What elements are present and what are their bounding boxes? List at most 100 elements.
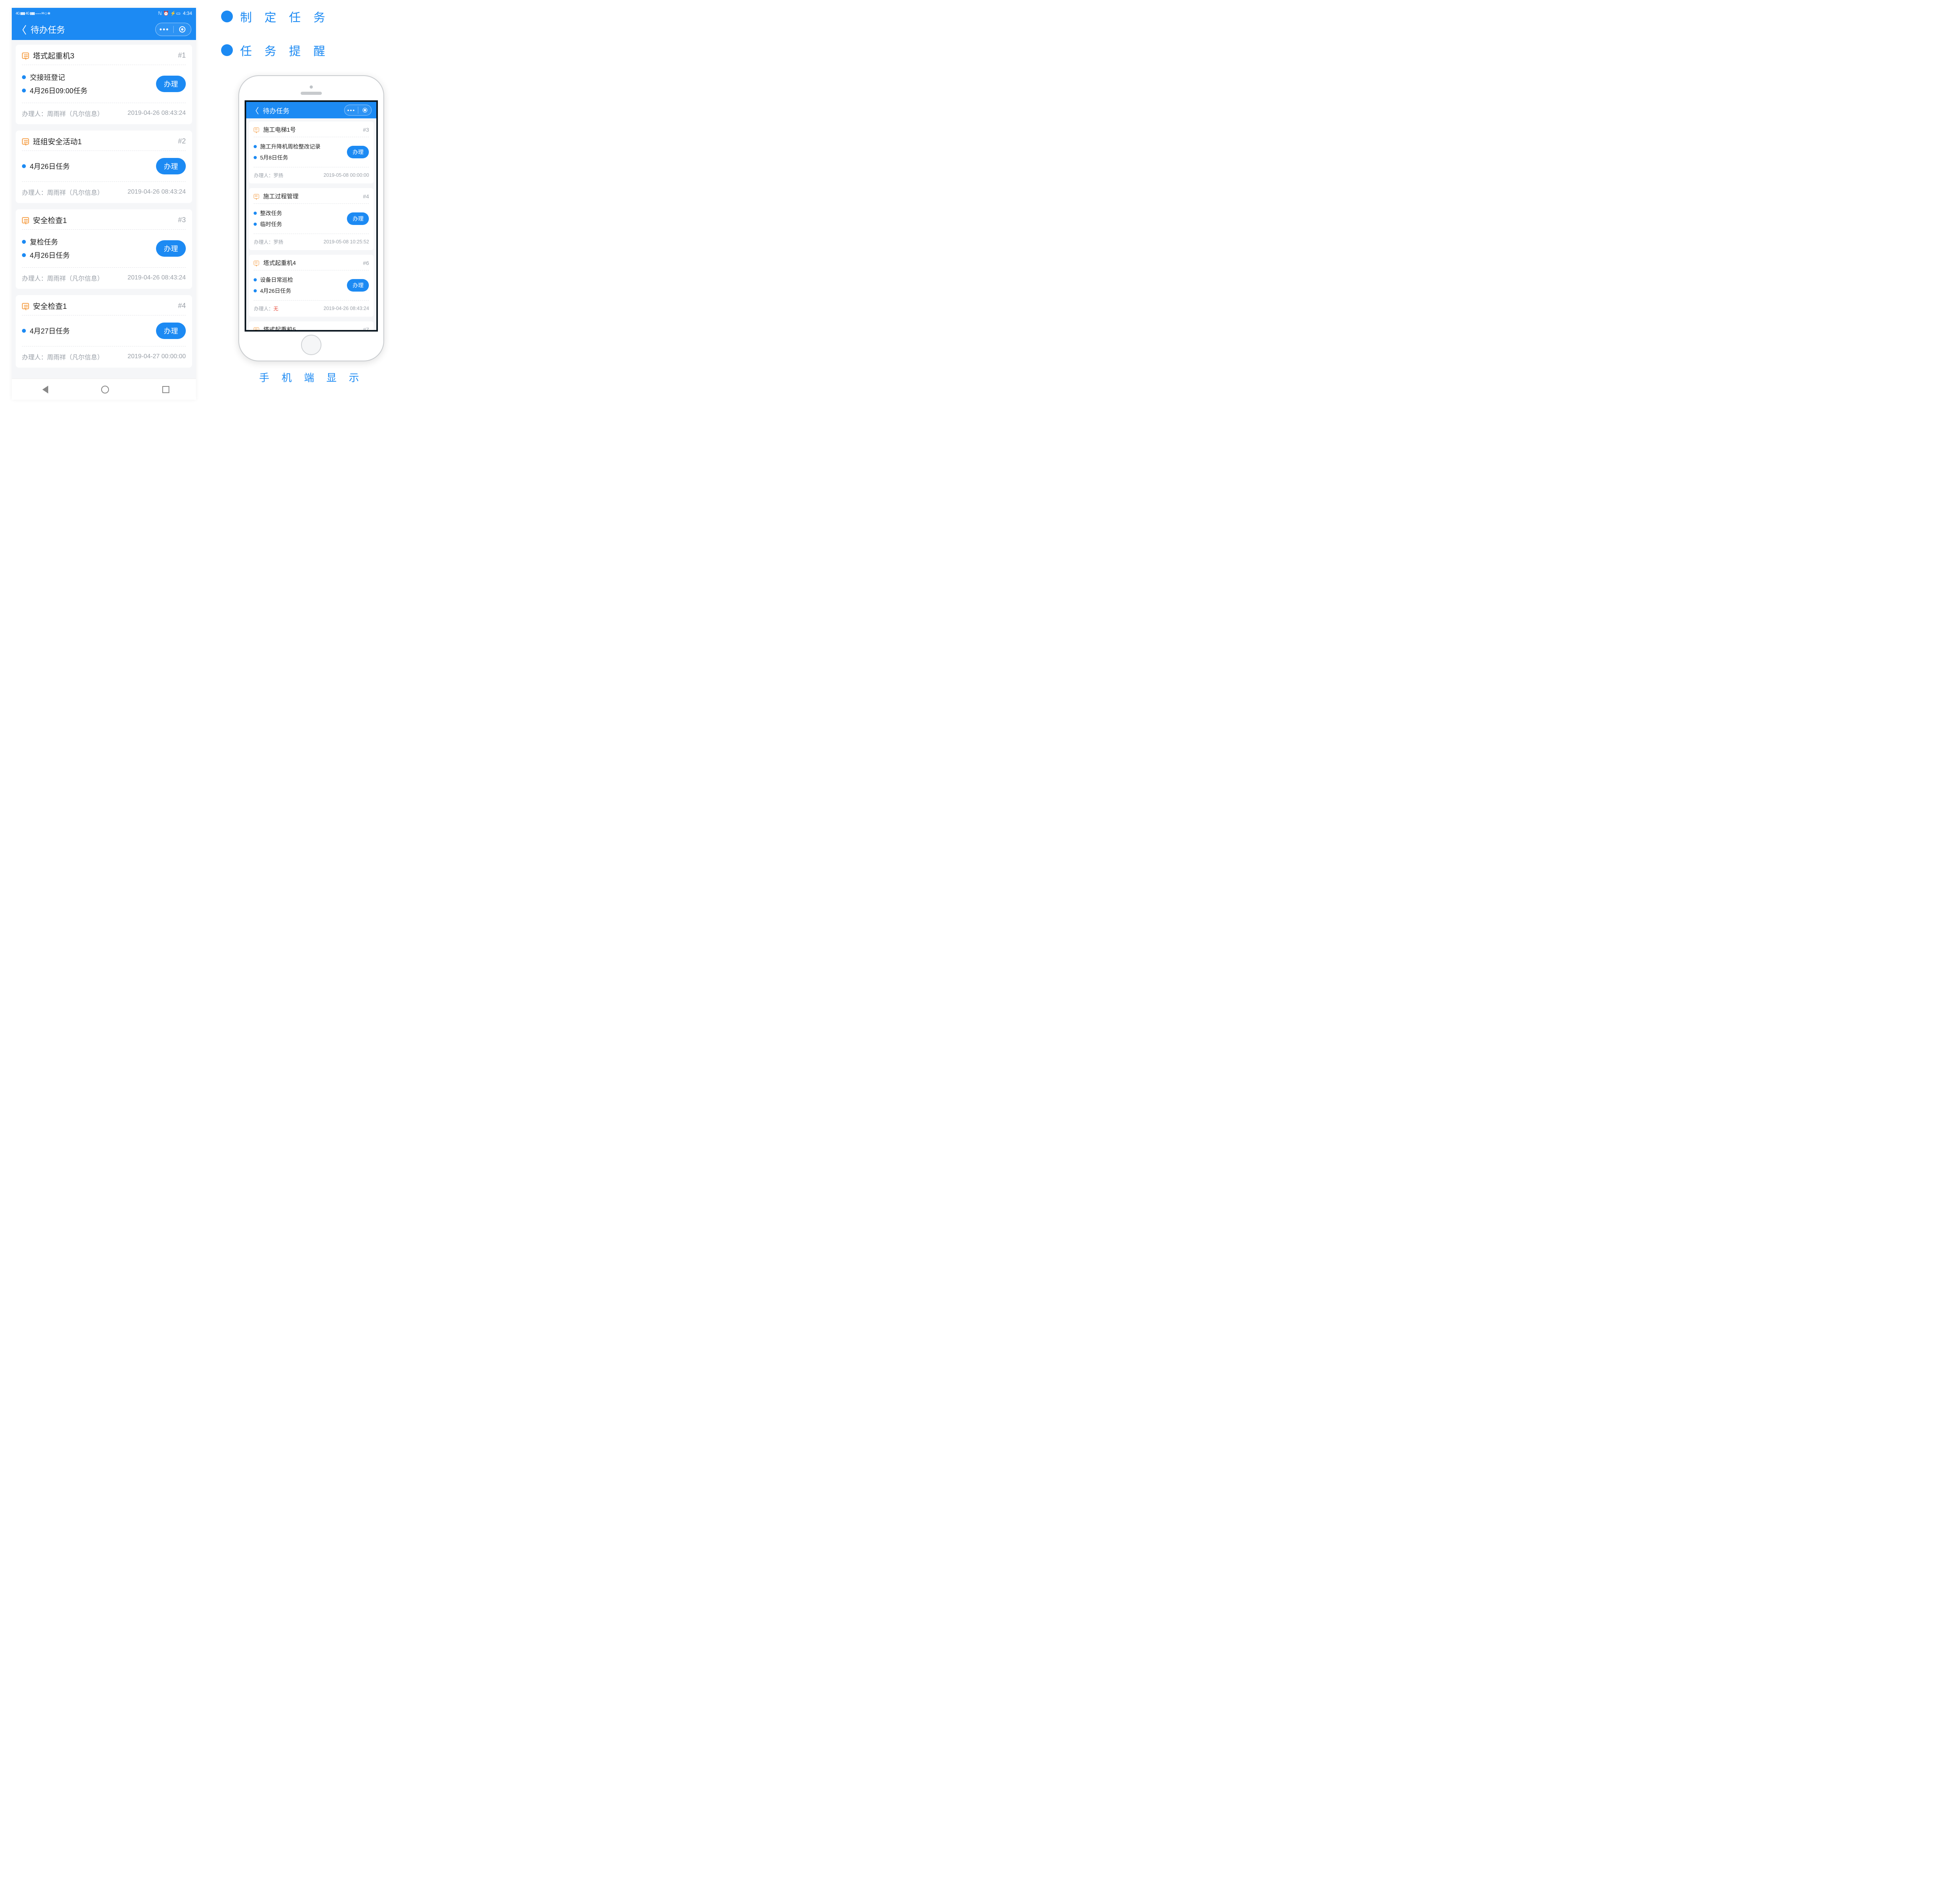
miniapp-capsule[interactable]: ••• — [155, 23, 191, 36]
timestamp: 2019-05-08 00:00:00 — [323, 172, 369, 178]
dot-icon — [22, 240, 26, 244]
task-lines: 复检任务 4月26日任务 — [22, 237, 70, 260]
task-line: 4月27日任务 — [22, 326, 70, 336]
task-line-text: 施工升降机周检整改记录 — [260, 143, 320, 150]
handle-button[interactable]: 办理 — [347, 212, 369, 225]
iphone-speaker — [301, 92, 322, 95]
status-bar: 4G ▮▮▮ 4G ▮▮▮ ⩶ ✉ ◇ ❀ ℕ ⏰ ⚡▭ 4:34 — [12, 8, 196, 19]
handler-text: 办理人：罗扬 — [254, 238, 283, 245]
task-lines: 施工升降机周检整改记录 5月8日任务 — [254, 143, 320, 161]
caption: 手 机 端 显 示 — [221, 370, 401, 384]
task-card: 塔式起重机3 #1 交接班登记4月26日09:00任务 办理 办理人：周雨祥（凡… — [16, 45, 192, 124]
handler-text: 办理人：周雨祥（凡尔信息） — [22, 352, 103, 361]
task-lines: 4月27日任务 — [22, 326, 70, 336]
capsule-menu-icon[interactable]: ••• — [345, 105, 358, 115]
task-name: 塔式起重机4 — [263, 259, 296, 267]
card-footer: 办理人：周雨祥（凡尔信息） 2019-04-26 08:43:24 — [22, 103, 186, 124]
handle-button[interactable]: 办理 — [156, 158, 186, 174]
handle-button[interactable]: 办理 — [347, 279, 369, 292]
task-card: 安全检查1 #4 4月27日任务 办理 办理人：周雨祥（凡尔信息） 2019-0… — [16, 295, 192, 368]
handle-button[interactable]: 办理 — [156, 323, 186, 339]
task-index: #2 — [178, 137, 186, 145]
task-lines: 设备日常巡检4月26日任务 — [254, 276, 293, 295]
iphone-home-button[interactable] — [301, 335, 321, 355]
nav-home-icon[interactable] — [101, 386, 109, 393]
task-card: 施工过程管理 #4 整改任务临时任务 办理 办理人：罗扬 2019-05-08 … — [249, 188, 374, 250]
task-icon — [254, 327, 259, 332]
task-name: 施工过程管理 — [263, 192, 298, 200]
task-line: 交接班登记 — [22, 72, 87, 82]
card-footer: 办理人：周雨祥（凡尔信息） 2019-04-26 08:43:24 — [22, 182, 186, 203]
card-body: 4月27日任务 办理 — [22, 315, 186, 346]
bullet-dot-icon — [221, 11, 233, 22]
task-lines: 整改任务临时任务 — [254, 209, 282, 228]
app-header: 〈 待办任务 ••• — [246, 102, 376, 118]
task-icon — [22, 303, 29, 309]
dot-icon — [22, 164, 26, 168]
dot-icon — [22, 75, 26, 79]
task-line-text: 4月26日任务 — [260, 287, 291, 295]
back-icon[interactable]: 〈 — [251, 105, 259, 116]
status-time: 4:34 — [183, 11, 192, 16]
android-phone-frame: 4G ▮▮▮ 4G ▮▮▮ ⩶ ✉ ◇ ❀ ℕ ⏰ ⚡▭ 4:34 〈 待办任务… — [12, 8, 196, 400]
capsule-close-icon[interactable] — [174, 23, 191, 36]
timestamp: 2019-04-27 00:00:00 — [127, 353, 186, 360]
task-lines: 4月26日任务 — [22, 161, 70, 171]
task-icon — [22, 53, 29, 59]
capsule-menu-icon[interactable]: ••• — [156, 23, 173, 36]
dot-icon — [254, 156, 257, 159]
task-line: 4月26日任务 — [22, 250, 70, 260]
task-line-text: 整改任务 — [260, 209, 282, 217]
task-line-text: 4月26日任务 — [30, 161, 70, 171]
task-line-text: 交接班登记 — [30, 72, 65, 82]
task-index: #4 — [363, 193, 369, 199]
card-header: 班组安全活动1 #2 — [22, 131, 186, 151]
task-index: #3 — [363, 127, 369, 133]
dot-icon — [22, 253, 26, 257]
page-title: 待办任务 — [31, 23, 65, 36]
task-lines: 交接班登记 4月26日09:00任务 — [22, 72, 87, 96]
task-name: 施工电梯1号 — [263, 125, 296, 134]
task-icon — [254, 194, 259, 199]
feature-item: 任 务 提 醒 — [221, 42, 401, 59]
task-card: 塔式起重机4 #6 设备日常巡检4月26日任务 办理 办理人：无 2019-04… — [249, 255, 374, 317]
card-body: 设备日常巡检4月26日任务 办理 — [254, 270, 369, 301]
timestamp: 2019-04-26 08:43:24 — [323, 306, 369, 311]
capsule-close-icon[interactable] — [358, 105, 372, 115]
card-footer: 办理人：周雨祥（凡尔信息） 2019-04-27 00:00:00 — [22, 346, 186, 368]
handler-text: 办理人：周雨祥（凡尔信息） — [22, 273, 103, 283]
back-icon[interactable]: 〈 — [16, 22, 27, 37]
iphone-screen: 〈 待办任务 ••• 施工电梯1号 #3 施工升降机周检整改记录 5月8日任务 办… — [245, 100, 378, 332]
status-left-icons: 4G ▮▮▮ 4G ▮▮▮ ⩶ ✉ ◇ ❀ — [16, 11, 50, 16]
feature-item: 制 定 任 务 — [221, 8, 401, 25]
task-name: 安全检查1 — [33, 215, 67, 225]
handle-button[interactable]: 办理 — [156, 240, 186, 257]
handle-button[interactable]: 办理 — [156, 76, 186, 92]
dot-icon — [22, 329, 26, 333]
miniapp-capsule[interactable]: ••• — [344, 105, 372, 116]
card-footer: 办理人：无 2019-04-26 08:43:24 — [254, 301, 369, 317]
task-card: 安全检查1 #3 复检任务4月26日任务 办理 办理人：周雨祥（凡尔信息） 20… — [16, 209, 192, 289]
card-header: 安全检查1 #3 — [22, 209, 186, 230]
task-name: 塔式起重机3 — [33, 50, 74, 61]
card-body: 施工升降机周检整改记录 5月8日任务 办理 — [254, 137, 369, 167]
dot-icon — [254, 145, 257, 148]
handler-text: 办理人：周雨祥（凡尔信息） — [22, 109, 103, 118]
feature-list: 制 定 任 务 任 务 提 醒 — [221, 8, 401, 59]
handle-button[interactable]: 办理 — [347, 146, 369, 158]
task-name: 安全检查1 — [33, 301, 67, 311]
dot-icon — [254, 278, 257, 281]
task-card: 塔式起重机5 #7 设备日常巡检4月26日任务 办理 — [249, 321, 374, 332]
task-line: 4月26日09:00任务 — [22, 85, 87, 96]
task-line: 整改任务 — [254, 209, 282, 217]
task-icon — [254, 261, 259, 265]
task-line: 5月8日任务 — [254, 154, 320, 161]
card-header: 施工电梯1号 #3 — [254, 121, 369, 137]
task-line: 复检任务 — [22, 237, 70, 247]
dot-icon — [254, 289, 257, 292]
nav-back-icon[interactable] — [38, 386, 48, 393]
card-footer: 办理人：罗扬 2019-05-08 00:00:00 — [254, 167, 369, 183]
card-body: 复检任务 4月26日任务 办理 — [22, 230, 186, 268]
task-index: #3 — [178, 216, 186, 224]
nav-recent-icon[interactable] — [162, 386, 169, 393]
